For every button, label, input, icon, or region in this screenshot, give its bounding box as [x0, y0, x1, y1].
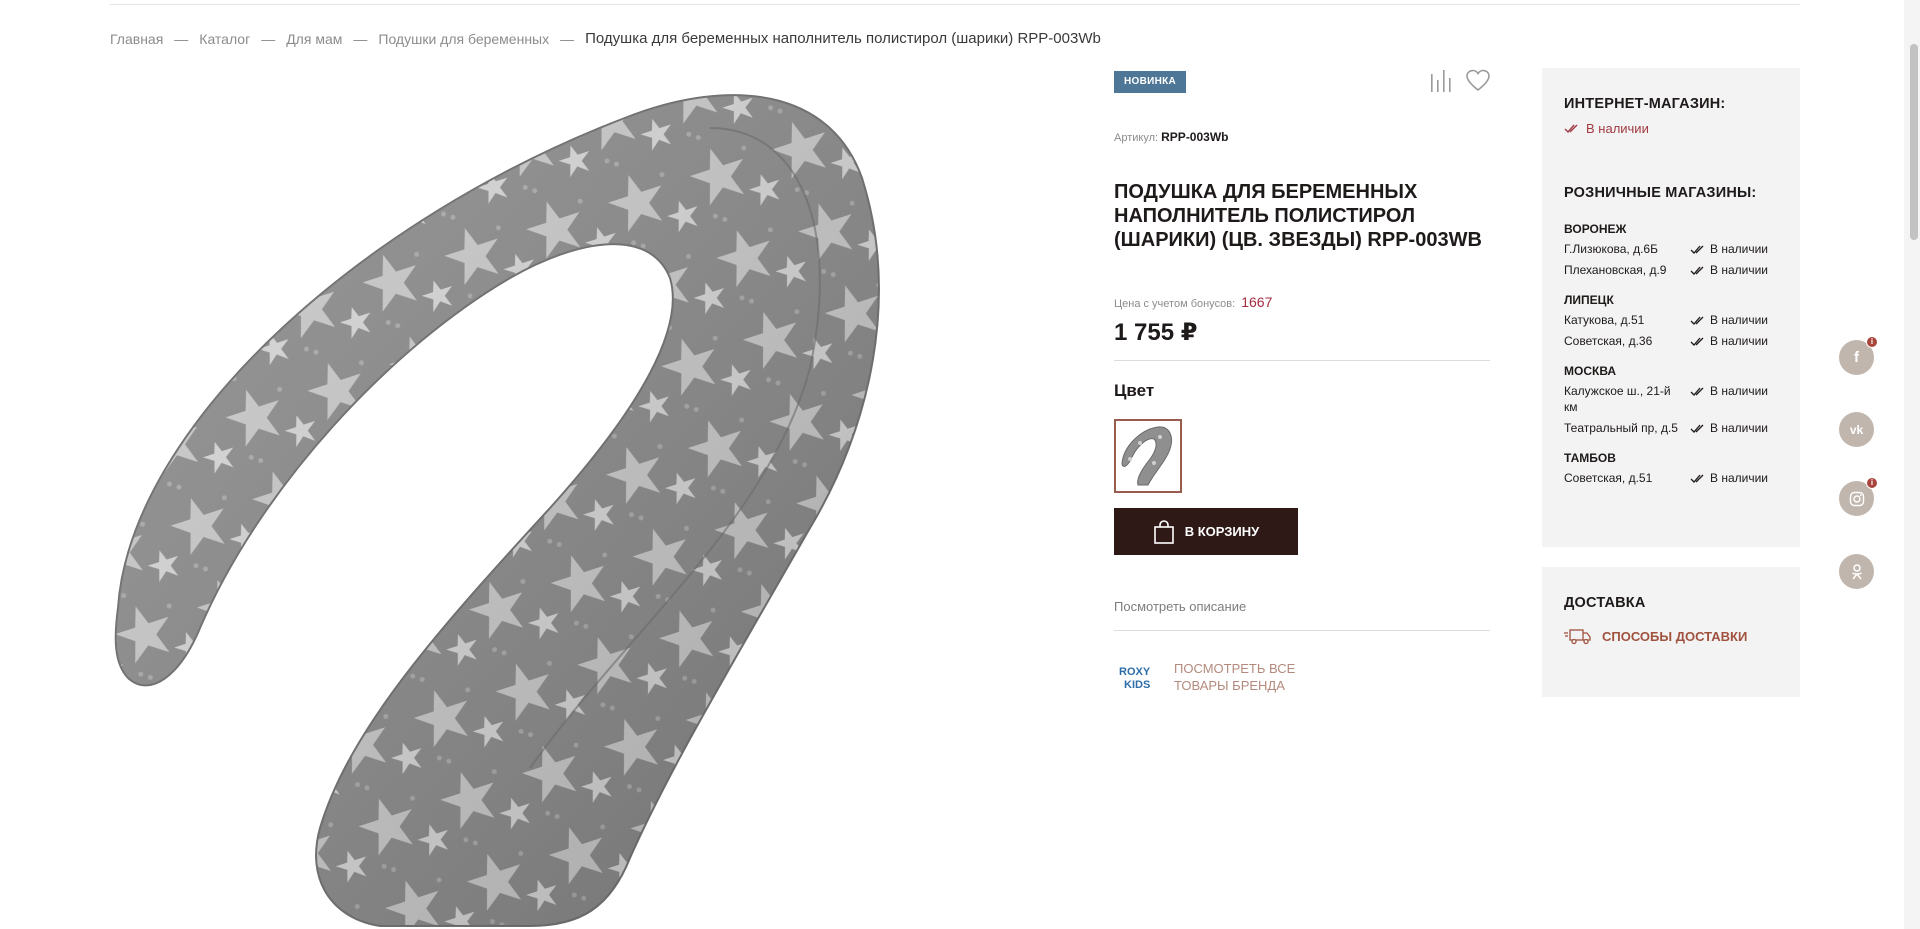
bag-icon [1153, 519, 1174, 544]
brand-logo-text-bottom: KIDS [1124, 679, 1150, 691]
store-stock-text: В наличии [1710, 421, 1769, 435]
store-address: Плехановская, д.9 [1564, 263, 1667, 277]
store-row: Советская, д.36 В наличии [1564, 333, 1778, 349]
product-info: НОВИНКА Артикул: RPP-003Wb ПОДУШКА ДЛЯ Б… [1114, 0, 1490, 929]
breadcrumb-home[interactable]: Главная [110, 31, 163, 47]
store-stock-text: В наличии [1710, 384, 1769, 398]
store-stock-text: В наличии [1710, 263, 1769, 277]
product-title: ПОДУШКА ДЛЯ БЕРЕМЕННЫХ НАПОЛНИТЕЛЬ ПОЛИС… [1114, 181, 1482, 251]
color-label: Цвет [1114, 381, 1155, 400]
store-stock-text: В наличии [1710, 471, 1769, 485]
store-address: Калужское ш., 21-й км [1564, 384, 1671, 414]
breadcrumb-for-moms[interactable]: Для мам [286, 31, 342, 47]
add-to-cart-button[interactable]: В КОРЗИНУ [1114, 508, 1298, 555]
color-swatch-stars[interactable] [1114, 419, 1182, 493]
store-stock: В наличии [1690, 262, 1778, 278]
double-check-icon [1690, 316, 1704, 325]
breadcrumb-catalog[interactable]: Каталог [199, 31, 250, 47]
vk-button[interactable]: vk [1839, 412, 1874, 447]
heart-icon[interactable] [1465, 68, 1491, 94]
online-store-title: ИНТЕРНЕТ-МАГАЗИН: [1564, 96, 1726, 112]
instagram-button[interactable]: i [1839, 477, 1878, 516]
bonus-value: 1667 [1241, 294, 1273, 310]
breadcrumb-separator: — [353, 30, 368, 47]
double-check-icon [1690, 424, 1704, 433]
city-name: ЛИПЕЦК [1564, 293, 1614, 307]
truck-icon [1564, 629, 1591, 645]
store-row: Калужское ш., 21-й км В наличии [1564, 383, 1778, 415]
breadcrumb: Главная — Каталог — Для мам — Подушки дл… [110, 30, 1101, 47]
online-stock-status: В наличии [1564, 121, 1778, 136]
store-stock: В наличии [1690, 470, 1778, 486]
double-check-icon [1690, 245, 1704, 254]
store-stock-text: В наличии [1710, 242, 1769, 256]
store-address: Советская, д.51 [1564, 471, 1653, 485]
notification-badge: i [1866, 336, 1878, 348]
view-description-link[interactable]: Посмотреть описание [1114, 599, 1246, 614]
store-stock: В наличии [1690, 420, 1778, 436]
bonus-label: Цена с учетом бонусов: [1114, 298, 1236, 310]
store-address: Г.Лизюкова, д.6Б [1564, 242, 1658, 256]
facebook-icon: f [1854, 349, 1859, 366]
retail-stores-title: РОЗНИЧНЫЕ МАГАЗИНЫ: [1564, 185, 1757, 201]
divider [1114, 360, 1490, 361]
compare-icon[interactable] [1428, 68, 1454, 94]
city-name: МОСКВА [1564, 364, 1617, 378]
delivery-panel: ДОСТАВКА СПОСОБЫ ДОСТАВКИ [1542, 567, 1800, 697]
store-stock-text: В наличии [1710, 313, 1769, 327]
article-number: Артикул: RPP-003Wb [1114, 130, 1229, 144]
scrollbar-thumb[interactable] [1910, 44, 1918, 240]
double-check-icon [1690, 387, 1704, 396]
online-stock-text: В наличии [1586, 121, 1649, 136]
double-check-icon [1690, 266, 1704, 275]
breadcrumb-separator: — [560, 30, 575, 47]
store-row: Советская, д.51 В наличии [1564, 470, 1778, 486]
brand-logo-text-top: ROXY [1119, 666, 1151, 678]
instagram-icon [1849, 491, 1864, 506]
city-name: ВОРОНЕЖ [1564, 222, 1627, 236]
store-row: Г.Лизюкова, д.6Б В наличии [1564, 241, 1778, 257]
divider [1114, 630, 1490, 631]
availability-panel: ИНТЕРНЕТ-МАГАЗИН: В наличии РОЗНИЧНЫЕ МА… [1542, 68, 1800, 547]
city-name: ТАМБОВ [1564, 451, 1616, 465]
brand-products-link[interactable]: ПОСМОТРЕТЬ ВСЕ ТОВАРЫ БРЕНДА [1174, 660, 1314, 694]
notification-badge: i [1866, 477, 1878, 489]
product-price: 1 755 ₽ [1114, 319, 1198, 346]
store-row: Катукова, д.51 В наличии [1564, 312, 1778, 328]
double-check-icon [1690, 474, 1704, 483]
breadcrumb-pregnancy-pillows[interactable]: Подушки для беременных [378, 31, 549, 47]
store-row: Плехановская, д.9 В наличии [1564, 262, 1778, 278]
store-stock: В наличии [1690, 241, 1778, 257]
product-main-image[interactable] [110, 68, 1080, 929]
brand-logo[interactable]: ROXY KIDS [1118, 662, 1160, 692]
breadcrumb-separator: — [174, 30, 189, 47]
store-stock: В наличии [1690, 312, 1778, 328]
facebook-button[interactable]: f i [1839, 336, 1878, 375]
breadcrumb-current-page: Подушка для беременных наполнитель полис… [585, 30, 1101, 47]
new-badge: НОВИНКА [1114, 71, 1187, 93]
store-stock: В наличии [1690, 383, 1778, 399]
odnoklassniki-icon [1851, 563, 1862, 579]
store-stock: В наличии [1690, 333, 1778, 349]
breadcrumb-separator: — [261, 30, 276, 47]
vk-icon: vk [1849, 422, 1864, 437]
odnoklassniki-button[interactable] [1839, 554, 1874, 589]
store-address: Советская, д.36 [1564, 334, 1653, 348]
pillow-illustration [114, 94, 880, 927]
article-value: RPP-003Wb [1161, 130, 1229, 144]
add-to-cart-label: В КОРЗИНУ [1184, 524, 1260, 539]
article-label: Артикул: [1114, 132, 1159, 144]
store-row: Театральный пр, д.5 В наличии [1564, 420, 1778, 436]
delivery-title: ДОСТАВКА [1564, 595, 1646, 611]
double-check-icon [1690, 337, 1704, 346]
top-divider [110, 4, 1800, 5]
swatch-thumbnail [1118, 423, 1178, 489]
double-check-icon [1564, 124, 1578, 133]
delivery-methods-label: СПОСОБЫ ДОСТАВКИ [1602, 628, 1748, 644]
store-address: Катукова, д.51 [1564, 313, 1645, 327]
bonus-price: Цена с учетом бонусов: 1667 [1114, 294, 1272, 310]
store-address: Театральный пр, д.5 [1564, 421, 1678, 435]
store-stock-text: В наличии [1710, 334, 1769, 348]
delivery-methods-link[interactable]: СПОСОБЫ ДОСТАВКИ [1564, 627, 1778, 645]
